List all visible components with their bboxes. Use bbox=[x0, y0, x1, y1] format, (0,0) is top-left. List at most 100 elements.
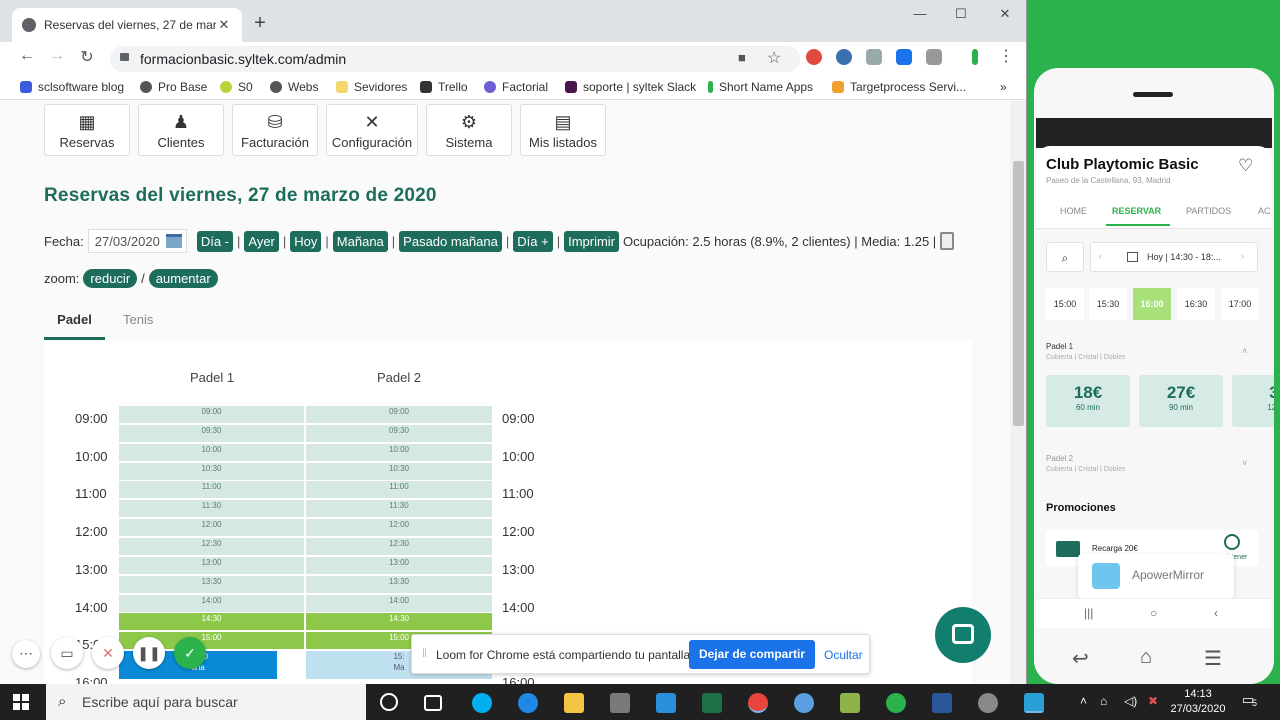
menu-facturacion[interactable]: ⛁ Facturación bbox=[232, 104, 318, 156]
price-option[interactable]: 3120 bbox=[1232, 375, 1274, 427]
schedule-slot[interactable]: 10:30 bbox=[306, 462, 492, 480]
menu-icon[interactable]: ☰ bbox=[1204, 646, 1222, 671]
bookmark-3[interactable]: Webs bbox=[270, 80, 318, 94]
time-slot[interactable]: 15:00 bbox=[1046, 288, 1084, 320]
schedule-slot[interactable]: 10:00 bbox=[119, 443, 304, 461]
phone-tab-reservar[interactable]: RESERVAR bbox=[1112, 206, 1161, 216]
heart-icon[interactable]: ♡ bbox=[1238, 156, 1253, 176]
schedule-slot[interactable]: 13:30 bbox=[306, 575, 492, 593]
schedule-slot[interactable]: 14:00 bbox=[306, 594, 492, 612]
schedule-slot[interactable]: 12:30 bbox=[119, 537, 304, 555]
schedule-slot[interactable]: 09:30 bbox=[119, 424, 304, 442]
cancel-recording-icon[interactable]: ✕ bbox=[92, 637, 124, 669]
file-explorer-icon[interactable] bbox=[564, 693, 584, 713]
screenshot-icon[interactable] bbox=[926, 49, 942, 65]
schedule-slot[interactable]: 11:00 bbox=[119, 481, 304, 499]
phone-tab-home[interactable]: HOME bbox=[1060, 206, 1087, 216]
schedule-slot[interactable]: 11:30 bbox=[119, 500, 304, 518]
back-button[interactable]: ← bbox=[17, 47, 37, 65]
imprimir-button[interactable]: Imprimir bbox=[564, 230, 620, 252]
more-icon[interactable]: ⋯ bbox=[12, 640, 40, 668]
phone-tab-ac[interactable]: AC bbox=[1258, 206, 1271, 216]
close-window-button[interactable]: ✕ bbox=[995, 6, 1015, 22]
chat-widget-button[interactable] bbox=[935, 607, 991, 663]
apowermirror-icon[interactable] bbox=[1024, 693, 1044, 713]
tab-padel[interactable]: Padel bbox=[44, 312, 105, 340]
court-1-name[interactable]: Padel 1 bbox=[1046, 342, 1073, 351]
pasado-manana-button[interactable]: Pasado mañana bbox=[399, 230, 502, 252]
people-icon[interactable]: ⌂ bbox=[1100, 694, 1107, 708]
schedule-slot[interactable]: 14:30 bbox=[119, 613, 304, 631]
schedule-slot[interactable]: 14:00 bbox=[119, 594, 304, 612]
zoom-aumentar-button[interactable]: aumentar bbox=[148, 269, 218, 288]
schedule-slot[interactable]: 13:00 bbox=[119, 556, 304, 574]
chevron-right-icon[interactable]: › bbox=[1241, 251, 1244, 261]
skype-icon[interactable] bbox=[472, 693, 492, 713]
camera-icon[interactable]: ■ bbox=[738, 50, 746, 65]
extension-icon-2[interactable] bbox=[836, 49, 852, 65]
clock[interactable]: 14:13 27/03/2020 bbox=[1168, 687, 1228, 717]
menu-mis-listados[interactable]: ▤ Mis listados bbox=[520, 104, 606, 156]
drag-handle-icon[interactable]: ‖ bbox=[422, 646, 427, 660]
task-view-icon[interactable] bbox=[424, 695, 442, 711]
app-a-icon[interactable] bbox=[886, 693, 906, 713]
address-bar[interactable]: formacionbasic.syltek.com/admin ■ ☆ bbox=[110, 46, 800, 72]
tray-chevron-icon[interactable]: ˄ bbox=[1080, 694, 1087, 708]
word-icon[interactable] bbox=[932, 693, 952, 713]
schedule-slot[interactable]: 14:30 bbox=[306, 613, 492, 631]
store-icon[interactable] bbox=[610, 693, 630, 713]
forward-button[interactable]: → bbox=[47, 47, 67, 65]
chrome-icon[interactable] bbox=[748, 693, 768, 713]
extension-icon-4[interactable] bbox=[896, 49, 912, 65]
manana-button[interactable]: Mañana bbox=[332, 230, 388, 252]
schedule-slot[interactable]: 11:30 bbox=[306, 500, 492, 518]
extension-icon-3[interactable] bbox=[866, 49, 882, 65]
schedule-slot[interactable]: 09:00 bbox=[306, 406, 492, 423]
time-slot[interactable]: 16:30 bbox=[1177, 288, 1215, 320]
bookmark-folder-4[interactable]: Sevidores bbox=[336, 80, 407, 94]
clipboard-icon[interactable] bbox=[940, 232, 955, 250]
date-selector[interactable]: ‹ Hoy | 14:30 - 18:... › bbox=[1090, 242, 1258, 272]
star-icon[interactable]: ☆ bbox=[767, 48, 781, 68]
bookmark-8[interactable]: Short Name Apps bbox=[708, 80, 813, 94]
dia-mas-button[interactable]: Día + bbox=[513, 230, 553, 252]
obtain-icon[interactable] bbox=[1224, 534, 1240, 550]
mail-icon[interactable] bbox=[656, 693, 676, 713]
schedule-slot[interactable]: 12:30 bbox=[306, 537, 492, 555]
volume-icon[interactable]: ◁) bbox=[1124, 694, 1137, 708]
search-icon[interactable]: ⌕ bbox=[1046, 242, 1084, 272]
stop-sharing-button[interactable]: Dejar de compartir bbox=[689, 640, 815, 669]
time-slot-selected[interactable]: 16:00 bbox=[1133, 288, 1171, 320]
home-circle-icon[interactable]: ○ bbox=[1150, 606, 1157, 620]
bookmark-2[interactable]: S0 bbox=[220, 80, 253, 94]
bookmark-7[interactable]: soporte | syltek Slack bbox=[565, 80, 696, 94]
chevron-up-icon[interactable]: ˄ bbox=[1242, 346, 1247, 356]
hide-button[interactable]: Ocultar bbox=[824, 648, 863, 662]
dia-menos-button[interactable]: Día - bbox=[196, 230, 233, 252]
back-chevron-icon[interactable]: ‹ bbox=[1214, 606, 1218, 620]
extension-icon-1[interactable] bbox=[806, 49, 822, 65]
tool-icon[interactable] bbox=[978, 693, 998, 713]
back-arrow-icon[interactable]: ↩ bbox=[1072, 646, 1089, 671]
schedule-slot[interactable]: 09:00 bbox=[119, 406, 304, 423]
time-slot[interactable]: 17:00 bbox=[1221, 288, 1259, 320]
network-icon[interactable]: ✖ bbox=[1148, 694, 1158, 708]
page-scrollbar[interactable] bbox=[1010, 101, 1026, 684]
notepad-icon[interactable] bbox=[840, 693, 860, 713]
browser-menu-icon[interactable]: ⋮ bbox=[996, 46, 1016, 66]
zoom-reducir-button[interactable]: reducir bbox=[83, 269, 138, 288]
maximize-button[interactable]: ☐ bbox=[951, 6, 971, 22]
browser-tab[interactable]: Reservas del viernes, 27 de marzo de 202… bbox=[12, 8, 242, 42]
reload-button[interactable]: ↻ bbox=[77, 47, 97, 67]
schedule-slot[interactable]: 09:30 bbox=[306, 424, 492, 442]
recents-icon[interactable]: ||| bbox=[1084, 606, 1093, 620]
date-input[interactable]: 27/03/2020 bbox=[87, 229, 187, 253]
schedule-slot[interactable]: 13:30 bbox=[119, 575, 304, 593]
bookmark-9[interactable]: Targetprocess Servi... bbox=[832, 80, 966, 94]
menu-sistema[interactable]: ⚙ Sistema bbox=[426, 104, 512, 156]
time-slot[interactable]: 15:30 bbox=[1089, 288, 1127, 320]
taskbar-search[interactable]: ⌕ Escribe aquí para buscar bbox=[46, 684, 366, 720]
bookmark-1[interactable]: Pro Base bbox=[140, 80, 207, 94]
teams-icon[interactable] bbox=[794, 693, 814, 713]
minimize-button[interactable]: — bbox=[910, 6, 930, 21]
